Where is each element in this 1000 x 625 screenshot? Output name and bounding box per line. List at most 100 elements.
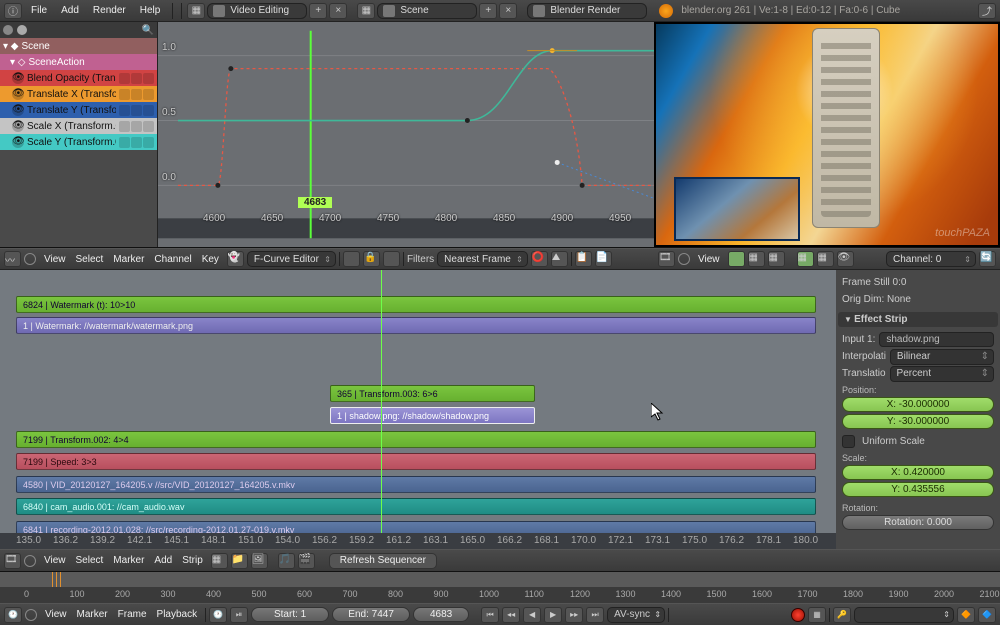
seq-humanread-icon[interactable]: ▦	[211, 553, 228, 569]
effect-strip-panel-header[interactable]: Effect Strip	[838, 312, 998, 327]
graph-menu-view[interactable]: View	[39, 252, 71, 267]
proportional-icon[interactable]: ⭕	[531, 251, 548, 267]
copy-icon[interactable]: 📋	[575, 251, 592, 267]
graph-menu-key[interactable]: Key	[197, 252, 224, 267]
preview-view-menu[interactable]: View	[693, 252, 725, 267]
sequence-strip[interactable]: 7199 | Speed: 3>3	[16, 453, 816, 470]
preview-watermark: touchPAZA	[935, 227, 990, 239]
start-frame-field[interactable]: Start: 1	[251, 607, 329, 622]
sync-mode-dropdown[interactable]: AV-sync	[607, 607, 665, 623]
keying-set-dropdown[interactable]	[854, 607, 954, 623]
falloff-icon[interactable]: ⛰	[551, 251, 568, 267]
auto-keyframe-record-icon[interactable]	[791, 608, 805, 622]
play-reverse-icon[interactable]: ◀	[523, 607, 541, 623]
screen-add-icon[interactable]: +	[309, 3, 327, 19]
scene-row[interactable]: ▾ ◆Scene	[0, 38, 157, 54]
sequence-strip[interactable]: 4580 | VID_20120127_164205.v //src/VID_2…	[16, 476, 816, 493]
rotation-field[interactable]: Rotation: 0.000	[842, 515, 994, 530]
position-y-field[interactable]: Y: -30.000000	[842, 414, 994, 429]
sequence-strip[interactable]: 1 | shadow.png: //shadow/shadow.png	[330, 407, 535, 424]
consistent-view-icon[interactable]	[24, 253, 36, 265]
graph-menu-marker[interactable]: Marker	[108, 252, 149, 267]
end-frame-field[interactable]: End: 7447	[332, 607, 410, 622]
render-engine-dropdown[interactable]: Blender Render	[527, 3, 647, 19]
sequence-strip[interactable]: 1 | Watermark: //watermark/watermark.png	[16, 317, 816, 334]
action-row[interactable]: ▾ ◇SceneAction	[0, 54, 157, 70]
uniform-scale-checkbox[interactable]	[842, 435, 855, 448]
selected-icon[interactable]	[383, 251, 400, 267]
seq-menu-marker[interactable]: Marker	[108, 553, 149, 568]
seq-playhead[interactable]: 02:36+03	[381, 270, 382, 549]
jump-first-icon[interactable]: ⏮	[481, 607, 499, 623]
preview-channel-selector[interactable]: Channel: 0	[886, 251, 976, 267]
normalize-icon[interactable]	[343, 251, 360, 267]
search-icon[interactable]: 🔍	[142, 25, 154, 36]
status-text: blender.org 261 | Ve:1-8 | Ed:0-12 | Fa:…	[681, 5, 900, 16]
editor-type-icon[interactable]: 〰	[4, 251, 21, 267]
tl-menu-view[interactable]: View	[40, 607, 72, 622]
preview-image-icon[interactable]	[728, 251, 745, 267]
preview-refresh-icon[interactable]: 🔄	[979, 251, 996, 267]
sequence-strip[interactable]: 6824 | Watermark (t): 10>10	[16, 296, 816, 313]
channel-list: 🔍 ▾ ◆Scene ▾ ◇SceneAction 👁Blend Opacity…	[0, 22, 158, 247]
fcurve-channel[interactable]: 👁Scale Y (Transform.003)	[0, 134, 157, 150]
seq-menu-select[interactable]: Select	[71, 553, 109, 568]
menu-add[interactable]: Add	[54, 3, 86, 18]
keyframe-next-icon[interactable]: ▸▸	[565, 607, 583, 623]
menu-file[interactable]: File	[24, 3, 54, 18]
scene-add-icon[interactable]: +	[479, 3, 497, 19]
fcurve-channel[interactable]: 👁Blend Opacity (Transform.0	[0, 70, 157, 86]
back-to-previous-icon[interactable]: ⤴	[978, 3, 996, 19]
tl-menu-frame[interactable]: Frame	[113, 607, 152, 622]
scene-dropdown[interactable]: Scene	[377, 3, 477, 19]
use-preview-range-icon[interactable]: 🕐	[209, 607, 227, 623]
screen-browse-icon[interactable]: ▦	[187, 3, 205, 19]
interpolation-dropdown[interactable]: Bilinear	[890, 349, 994, 365]
fcurve-channel[interactable]: 👁Scale X (Transform.003)	[0, 118, 157, 134]
keying-set-icon[interactable]: 🔑	[833, 607, 851, 623]
editor-type-timeline-icon[interactable]: 🕐	[4, 607, 22, 623]
scale-y-field[interactable]: Y: 0.435556	[842, 482, 994, 497]
scene-del-icon[interactable]: ×	[499, 3, 517, 19]
paste-icon[interactable]: 📄	[595, 251, 612, 267]
info-editor-icon[interactable]: ⓘ	[4, 3, 22, 19]
editor-type-seq-icon[interactable]: 🎞	[4, 553, 21, 569]
seq-menu-view[interactable]: View	[39, 553, 71, 568]
position-x-field[interactable]: X: -30.000000	[842, 397, 994, 412]
sequence-strip[interactable]: 365 | Transform.003: 6>6	[330, 385, 535, 402]
seq-menu-strip[interactable]: Strip	[177, 553, 208, 568]
tl-menu-marker[interactable]: Marker	[72, 607, 113, 622]
timeline[interactable]: 0100200300400500600700800900100011001200…	[0, 571, 1000, 603]
scene-browse-icon[interactable]: ▦	[357, 3, 375, 19]
seq-menu-add[interactable]: Add	[149, 553, 177, 568]
graph-menu-select[interactable]: Select	[71, 252, 109, 267]
graph-menu-channel[interactable]: Channel	[149, 252, 196, 267]
scale-x-field[interactable]: X: 0.420000	[842, 465, 994, 480]
screen-layout-dropdown[interactable]: Video Editing	[207, 3, 307, 19]
sequence-strip[interactable]: 6840 | cam_audio.001: //cam_audio.wav	[16, 498, 816, 515]
editor-type-icon-2[interactable]: 🎞	[658, 251, 675, 267]
tl-menu-playback[interactable]: Playback	[152, 607, 203, 622]
menu-help[interactable]: Help	[133, 3, 168, 18]
play-icon[interactable]: ▶	[544, 607, 562, 623]
ghost-icon[interactable]: 👻	[227, 251, 244, 267]
keyframe-delete-icon[interactable]: 🔷	[978, 607, 996, 623]
keyframe-prev-icon[interactable]: ◂◂	[502, 607, 520, 623]
screen-del-icon[interactable]: ×	[329, 3, 347, 19]
menu-render[interactable]: Render	[86, 3, 133, 18]
sequencer-footer: 🎞 ViewSelectMarkerAddStrip ▦ 📁 🖼 🎵 🎬 Ref…	[0, 549, 1000, 571]
jump-last-icon[interactable]: ⏭	[586, 607, 604, 623]
video-sequencer[interactable]: 6824 | Watermark (t): 10>10 1 | Watermark…	[0, 270, 836, 549]
refresh-sequencer-button[interactable]: Refresh Sequencer	[329, 553, 437, 569]
graph-editor[interactable]: 1.0 0.5 0.0 4600465047004750480048504900…	[158, 22, 654, 247]
fcurve-channel[interactable]: 👁Translate Y (Transform.003	[0, 102, 157, 118]
auto-icon[interactable]: 🔒	[363, 251, 380, 267]
input1-field[interactable]: shadow.png	[879, 332, 994, 347]
sequence-strip[interactable]: 7199 | Transform.002: 4>4	[16, 431, 816, 448]
snap-dropdown[interactable]: Nearest Frame	[437, 251, 528, 267]
keyframe-insert-icon[interactable]: 🔶	[957, 607, 975, 623]
fcurve-channel[interactable]: 👁Translate X (Transform.003	[0, 86, 157, 102]
mode-dropdown[interactable]: F-Curve Editor	[247, 251, 336, 267]
translation-unit-dropdown[interactable]: Percent	[890, 366, 994, 382]
current-frame-field[interactable]: 4683	[413, 607, 469, 622]
